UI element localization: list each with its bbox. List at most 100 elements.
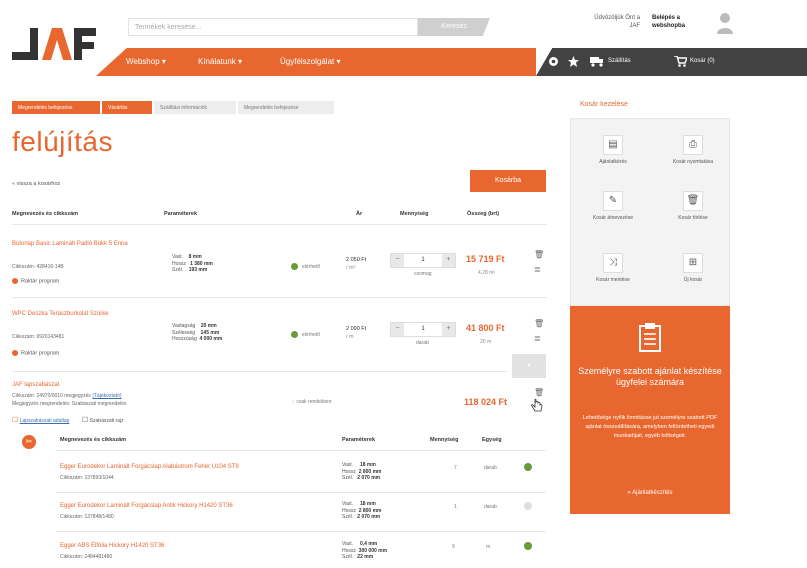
sub-qty: 9 xyxy=(452,544,455,550)
save-cart-button[interactable]: ⤨ Kosár mentése xyxy=(583,253,643,284)
qty-input[interactable]: 1 xyxy=(404,254,442,267)
product-code: Cikkszám: 9920143481 xyxy=(12,334,65,340)
divider xyxy=(12,371,507,372)
main-nav: Webshop ▾ Kínálatunk ▾ Ügyfélszolgálat ▾… xyxy=(96,48,807,76)
unit-price: 2 090 Ft / m xyxy=(346,326,367,340)
plan-icon xyxy=(12,278,18,284)
raktar-program-link[interactable]: Raktár program xyxy=(12,278,59,284)
quantity-stepper[interactable]: − 1 + xyxy=(390,253,456,268)
col-header-total: Összeg (brt) xyxy=(467,211,500,217)
site-header: Termékek keresése... Keresés Üdvözöljük … xyxy=(0,0,807,76)
checkout-button[interactable]: Kosárba xyxy=(470,170,546,192)
printer-icon: ⎙ xyxy=(683,135,703,155)
rename-cart-button[interactable]: ✎ Kosár átnevezése xyxy=(583,191,643,222)
row-total-sub: 4,28 m² xyxy=(478,270,495,276)
step-3[interactable]: Szállítási információk xyxy=(154,101,236,114)
qty-plus-button[interactable]: + xyxy=(442,254,455,267)
delete-cart-button[interactable]: 🗑 Kosár törlése xyxy=(663,191,723,222)
nav-ugyfelszolgalat[interactable]: Ügyfélszolgálat ▾ xyxy=(280,57,341,66)
sub-product-link[interactable]: Egger Eurodekor Laminált Forgácslap Anti… xyxy=(60,503,233,509)
divider xyxy=(12,297,547,298)
row-total: 41 800 Ft xyxy=(466,323,505,333)
user-icon[interactable] xyxy=(716,12,734,34)
sub-product-params: Vast. 0,4 mm Hossz 300 000 mm Szél. 22 m… xyxy=(342,541,388,560)
back-link[interactable]: « vissza a kosárhoz xyxy=(12,181,60,187)
trash-icon: 🗑 xyxy=(683,191,703,211)
service-name-link[interactable]: JAF lapszabászat xyxy=(12,381,147,389)
qty-minus-button[interactable]: − xyxy=(391,254,404,267)
print-cart-button[interactable]: ⎙ Kosár nyomtatása xyxy=(663,135,723,166)
delete-icon[interactable]: 🗑 xyxy=(534,389,544,397)
step-2[interactable]: Vásárlás xyxy=(102,101,152,114)
cart-link[interactable]: Kosár (0) xyxy=(690,58,715,64)
step-4[interactable]: Megrendelés befejezése xyxy=(238,101,334,114)
cutting-sheet-link[interactable]: ☐ Lapszabászati adatlap xyxy=(12,416,69,424)
sub-product-link[interactable]: Egger ABS Élfólia Hickory H1420 ST36 xyxy=(60,543,164,549)
star-icon[interactable] xyxy=(568,56,579,67)
row-total-sub: 20 m xyxy=(480,339,492,345)
product-params: Vast. 8 mm Hossz 1 380 mm Szél. 193 mm xyxy=(172,254,213,273)
page-title: felújítás xyxy=(12,126,113,157)
service-code: Cikkszám: 24970/0010 megjegyzés (Tájékoz… xyxy=(12,393,122,399)
order-only-status: ◌ csak rendelésre xyxy=(292,399,332,405)
divider xyxy=(56,492,546,493)
account-link[interactable]: Üdvözöljük Önt a JAF xyxy=(588,14,640,30)
cutting-drawing-link[interactable]: ☐ Szabászati rajz xyxy=(82,416,124,424)
qty-plus-button[interactable]: + xyxy=(442,323,455,336)
sub-product-params: Vast. 18 mm Hossz 2 800 mm Szél. 2 070 m… xyxy=(342,462,382,481)
sub-qty: 7 xyxy=(454,465,457,471)
service-note: Megjegyzés megrendelés: Szabászati megre… xyxy=(12,401,127,407)
offer-link[interactable]: » Ajánlatkészítés xyxy=(580,490,720,496)
divider xyxy=(56,450,546,451)
qty-minus-button[interactable]: − xyxy=(391,323,404,336)
info-link[interactable]: (Tájékoztató) xyxy=(92,393,121,399)
shipping-link[interactable]: Szállítás xyxy=(608,58,631,64)
nav-kinalatunk[interactable]: Kínálatunk ▾ xyxy=(198,57,242,66)
sub-unit: darab xyxy=(484,504,497,510)
search-button[interactable]: Keresés xyxy=(418,18,490,36)
stock-dot xyxy=(291,263,298,270)
quantity-stepper[interactable]: − 1 + xyxy=(390,322,456,337)
pencil-icon: ✎ xyxy=(603,191,623,211)
stock-status: elérhető xyxy=(291,331,320,338)
qty-unit: csomag xyxy=(414,271,432,277)
sub-col-unit: Egység xyxy=(482,437,502,443)
nav-webshop[interactable]: Webshop ▾ xyxy=(126,57,166,66)
offer-promo-box: Személyre szabott ajánlat készítése ügyf… xyxy=(570,306,730,514)
qty-unit: darab xyxy=(416,340,429,346)
add-cart-icon: ⊞ xyxy=(683,253,703,273)
quote-request-button[interactable]: ▤ Ajánlatkérés xyxy=(583,135,643,166)
raktar-program-link[interactable]: Raktár program xyxy=(12,350,59,356)
qty-input[interactable]: 1 xyxy=(404,323,442,336)
clipboard-icon: ▤ xyxy=(603,135,623,155)
list-icon[interactable]: ≣ xyxy=(534,335,542,343)
jaf-logo[interactable] xyxy=(12,22,96,66)
delete-icon[interactable]: 🗑 xyxy=(534,251,544,259)
cart-actions-panel: ▤ Ajánlatkérés ⎙ Kosár nyomtatása ✎ Kosár á… xyxy=(570,118,730,306)
product-name-link[interactable]: Bútorlap Basic Laminált Padló Bükk 5 Enn… xyxy=(12,240,147,248)
hand-cursor-icon xyxy=(531,399,543,412)
cart-icon[interactable] xyxy=(674,56,687,67)
step-1[interactable]: Megrendelés befejezése xyxy=(12,101,100,114)
clipboard-list-icon xyxy=(639,323,661,352)
truck-icon[interactable] xyxy=(590,56,604,67)
sub-product-params: Vast. 18 mm Hossz 2 800 mm Szél. 2 070 m… xyxy=(342,501,382,520)
sub-product-code: Cikkszám: 137848/1480 xyxy=(60,514,114,520)
offer-text: Lehetősége nyílik ilmnitásse jut személy… xyxy=(582,415,718,439)
product-name-link[interactable]: WPC Deszka Teraszburkolat Szürke xyxy=(12,310,147,318)
sub-col-qty: Mennyiség xyxy=(430,437,459,443)
status-dot xyxy=(524,502,532,510)
sub-product-code: Cikkszám: 137893/1044 xyxy=(60,475,114,481)
delete-icon[interactable]: 🗑 xyxy=(534,320,544,328)
settings-icon[interactable] xyxy=(548,56,559,67)
sub-product-link[interactable]: Egger Eurodekor Laminált Forgácslap Alab… xyxy=(60,464,239,470)
col-header-price: Ár xyxy=(356,211,363,217)
checkbox-icon: ☐ xyxy=(82,417,89,424)
sub-unit: darab xyxy=(484,465,497,471)
list-icon[interactable]: ≣ xyxy=(534,266,542,274)
login-link[interactable]: Belépés a webshopba xyxy=(652,14,712,30)
divider xyxy=(12,224,547,225)
new-cart-button[interactable]: ⊞ Új kosár xyxy=(663,253,723,284)
search-input[interactable]: Termékek keresése... xyxy=(128,18,418,36)
sub-qty: 1 xyxy=(454,504,457,510)
